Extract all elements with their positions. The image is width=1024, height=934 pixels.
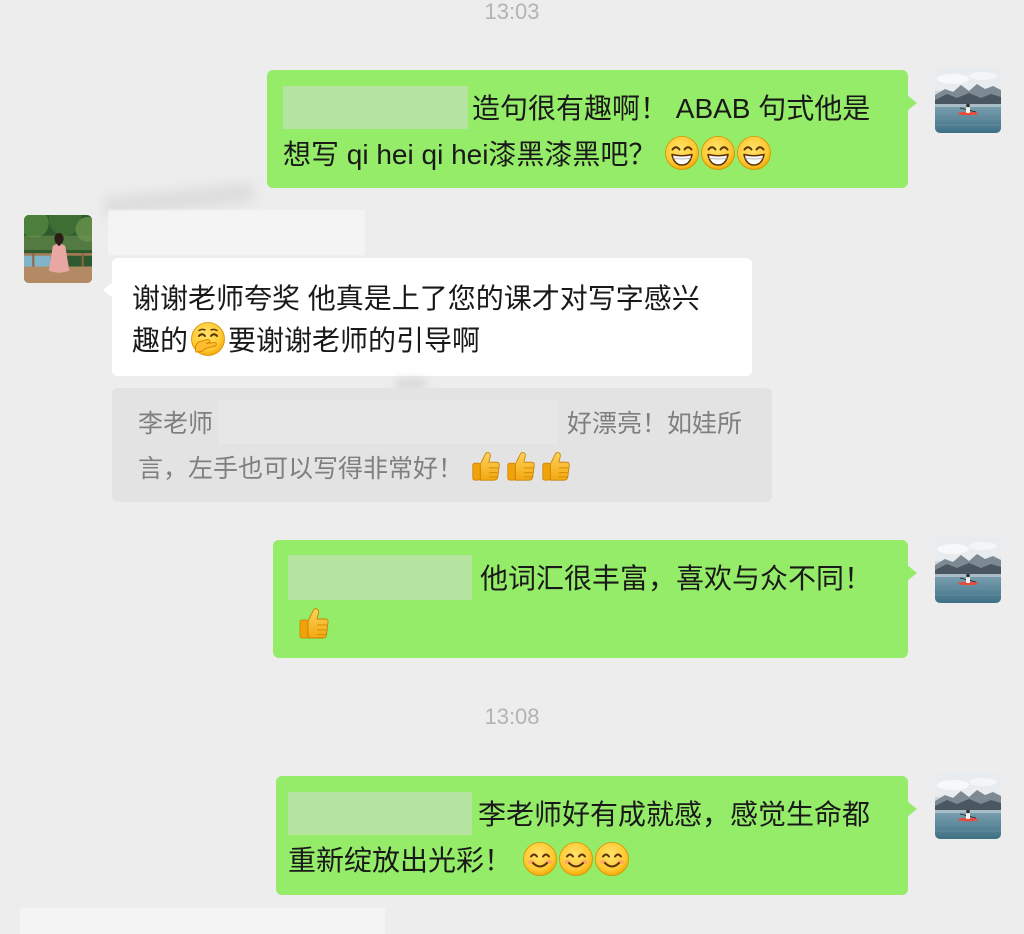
contact-avatar[interactable] xyxy=(24,215,92,283)
message-text: 他词汇很丰富，喜欢与众不同！ xyxy=(480,563,873,594)
face-with-hand-over-mouth-icon xyxy=(190,321,226,357)
message-line: 造句很有趣啊！ ABAB 句式他是 xyxy=(283,84,908,130)
message-bubble-self[interactable]: 他词汇很丰富，喜欢与众不同！ xyxy=(273,540,917,658)
message-text: 谢谢老师夸奖 他真是上了您的课才对写字感兴 xyxy=(132,283,700,314)
message-line: 谢谢老师夸奖 他真是上了您的课才对写字感兴 xyxy=(132,276,752,318)
smiling-face-icon xyxy=(558,841,594,877)
thumbs-up-icon xyxy=(504,449,539,484)
message-text: 趣的 xyxy=(132,325,189,356)
timestamp: 13:08 xyxy=(484,704,540,729)
message-text: 李老师好有成就感，感觉生命都 xyxy=(478,799,871,830)
message-line xyxy=(288,600,908,646)
message-bubble-self[interactable]: 李老师好有成就感，感觉生命都 重新绽放出光彩！ xyxy=(276,776,917,895)
redacted-sender-name xyxy=(108,210,365,255)
message-text: 要谢谢老师的引导啊 xyxy=(228,325,481,356)
redacted-block xyxy=(218,399,559,444)
quote-line: 李老师 好漂亮！如娃所 xyxy=(138,399,772,444)
my-avatar[interactable] xyxy=(935,773,1001,839)
message-text: 造句很有趣啊！ ABAB 句式他是 xyxy=(472,93,871,124)
beaming-face-icon xyxy=(736,135,772,171)
message-bubble-self[interactable]: 造句很有趣啊！ ABAB 句式他是 想写 qi hei qi hei漆黑漆黑吧？ xyxy=(267,70,917,188)
quote-author: 李老师 xyxy=(138,409,214,438)
quoted-message[interactable]: 李老师 好漂亮！如娃所 言，左手也可以写得非常好！ xyxy=(112,388,772,502)
message-text: 重新绽放出光彩！ xyxy=(288,845,513,876)
my-avatar[interactable] xyxy=(935,67,1001,133)
message-line: 趣的 要谢谢老师的引导啊 xyxy=(132,318,752,360)
redacted-block xyxy=(283,85,468,129)
thumbs-up-icon xyxy=(469,449,504,484)
redacted-block xyxy=(288,791,472,835)
message-line: 他词汇很丰富，喜欢与众不同！ xyxy=(288,554,908,600)
smiling-face-icon xyxy=(522,841,558,877)
quote-text: 好漂亮！如娃所 xyxy=(567,409,743,438)
timestamp: 13:03 xyxy=(484,0,540,24)
quote-line: 言，左手也可以写得非常好！ xyxy=(138,444,772,489)
thumbs-up-icon xyxy=(539,449,574,484)
message-line: 李老师好有成就感，感觉生命都 xyxy=(288,790,908,836)
message-text: 想写 qi hei qi hei漆黑漆黑吧？ xyxy=(283,139,657,170)
redacted-block xyxy=(20,908,385,934)
quote-text: 言，左手也可以写得非常好！ xyxy=(138,454,464,483)
thumbs-up-icon xyxy=(296,605,332,641)
message-line: 想写 qi hei qi hei漆黑漆黑吧？ xyxy=(283,130,908,176)
my-avatar[interactable] xyxy=(935,537,1001,603)
smiling-face-icon xyxy=(594,841,630,877)
message-bubble-other[interactable]: 谢谢老师夸奖 他真是上了您的课才对写字感兴 趣的 要谢谢老师的引导啊 xyxy=(103,258,752,376)
beaming-face-icon xyxy=(664,135,700,171)
beaming-face-icon xyxy=(700,135,736,171)
message-line: 重新绽放出光彩！ xyxy=(288,836,908,882)
redacted-block xyxy=(288,554,472,600)
